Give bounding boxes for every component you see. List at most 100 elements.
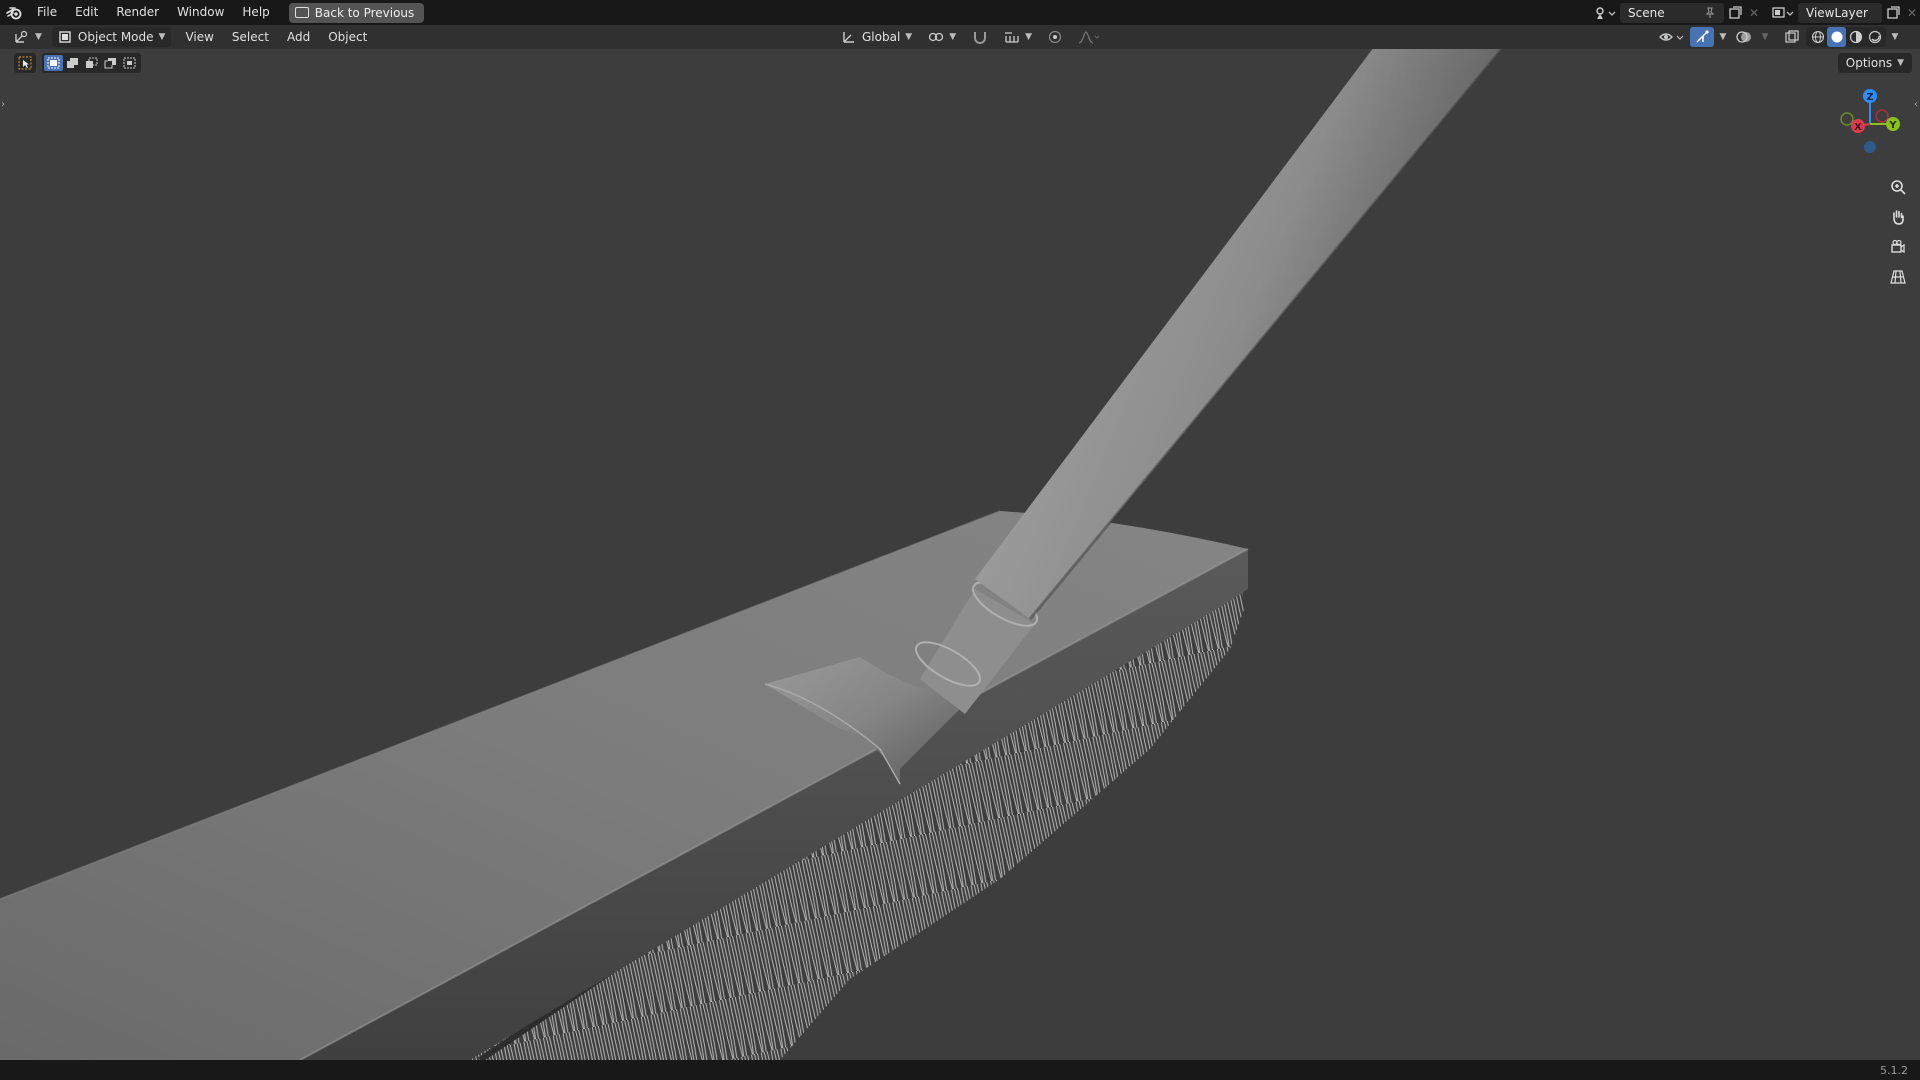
- wireframe-shading-button[interactable]: [1808, 27, 1827, 47]
- scene-icon: [1596, 6, 1616, 19]
- select-intersect-icon: [123, 57, 136, 69]
- screen-back-icon: [294, 7, 309, 18]
- toolbar-expand-arrow-icon[interactable]: ›: [1, 99, 5, 110]
- scene-browse-button[interactable]: [1590, 3, 1620, 23]
- xray-icon: [1785, 30, 1799, 43]
- rendered-sphere-icon: [1868, 30, 1881, 44]
- blender-logo-icon[interactable]: [0, 0, 28, 25]
- shading-dropdown[interactable]: ▼: [1888, 27, 1902, 47]
- magnet-icon: [974, 32, 987, 44]
- rendered-shading-button[interactable]: [1865, 27, 1884, 47]
- selection-mode-group: [42, 53, 141, 73]
- object-mode-label: Object Mode: [77, 30, 154, 44]
- overlays-toggle[interactable]: [1732, 27, 1756, 47]
- editor-type-button[interactable]: ▼: [8, 27, 48, 47]
- select-box-tool-icon: [18, 56, 32, 70]
- gizmo-z-label: Z: [1866, 92, 1873, 103]
- solid-sphere-icon: [1831, 31, 1842, 43]
- snap-toggle[interactable]: [966, 27, 994, 47]
- chevron-down-icon: ▼: [35, 32, 42, 42]
- select-set-icon: [47, 57, 60, 69]
- chevron-down-icon: ▼: [1025, 32, 1033, 42]
- menu-select[interactable]: Select: [226, 27, 275, 47]
- viewlayer-name-field[interactable]: ViewLayer: [1798, 2, 1882, 23]
- falloff-dropdown[interactable]: [1072, 27, 1106, 47]
- menu-file[interactable]: File: [28, 0, 66, 25]
- orientation-global-icon: [843, 32, 854, 43]
- menu-object[interactable]: Object: [322, 27, 373, 47]
- menu-add[interactable]: Add: [281, 27, 316, 47]
- options-dropdown[interactable]: Options ▼: [1837, 53, 1912, 73]
- zoom-icon: [1891, 180, 1906, 195]
- viewport-scene: [0, 49, 1504, 1060]
- delete-scene-icon[interactable]: ✕: [1746, 3, 1762, 23]
- gizmo-toggle[interactable]: [1690, 27, 1714, 47]
- material-sphere-icon: [1849, 30, 1862, 44]
- select-subtract-icon: [86, 57, 98, 68]
- object-mode-dropdown[interactable]: Object Mode ▼: [51, 27, 172, 47]
- duplicate-icon: [1728, 6, 1742, 19]
- navigation-gizmo[interactable]: Z Y X: [1830, 84, 1910, 164]
- xray-toggle[interactable]: [1780, 27, 1804, 47]
- chevron-down-icon: ▼: [949, 32, 957, 42]
- gizmo-x-label: X: [1854, 122, 1862, 133]
- proportional-editing-toggle[interactable]: [1042, 27, 1068, 47]
- sidebar-expand-arrow-icon[interactable]: ‹: [1914, 99, 1918, 110]
- scene-name-field[interactable]: Scene: [1620, 2, 1724, 23]
- version-label: 5.1.2: [1880, 1063, 1908, 1077]
- pan-button[interactable]: [1886, 205, 1910, 229]
- pin-icon[interactable]: [1704, 6, 1716, 19]
- new-viewlayer-button[interactable]: [1882, 3, 1904, 23]
- chevron-down-icon: ▼: [1891, 32, 1899, 42]
- gizmo-neg-z-icon[interactable]: [1864, 141, 1876, 153]
- perspective-toggle-button[interactable]: [1886, 265, 1910, 289]
- snap-target-dropdown[interactable]: ▼: [998, 27, 1038, 47]
- gizmo-y-label: Y: [1888, 120, 1897, 131]
- menu-view[interactable]: View: [179, 27, 219, 47]
- solid-shading-button[interactable]: [1827, 27, 1846, 47]
- select-difference-button[interactable]: [101, 55, 120, 71]
- chevron-down-icon: ▼: [1761, 32, 1769, 42]
- material-preview-button[interactable]: [1846, 27, 1865, 47]
- chevron-down-icon: ▼: [1897, 58, 1904, 68]
- active-tool-button[interactable]: [14, 53, 36, 73]
- selectability-visibility-dropdown[interactable]: [1656, 27, 1688, 47]
- select-subtract-button[interactable]: [82, 55, 101, 71]
- gizmo-neg-y-icon[interactable]: [1840, 112, 1854, 126]
- transform-orientation-dropdown[interactable]: Global ▼: [836, 27, 918, 47]
- menu-help[interactable]: Help: [233, 0, 278, 25]
- viewlayer-name: ViewLayer: [1806, 5, 1868, 20]
- 3d-viewport[interactable]: › ‹ Z Y X: [0, 49, 1920, 1060]
- 3d-viewport-icon: [15, 30, 28, 43]
- scene-selector-area: Scene ✕ ViewLayer ✕: [1590, 0, 1920, 25]
- falloff-curve-icon: [1078, 31, 1100, 44]
- options-label: Options: [1845, 56, 1893, 70]
- eye-pointer-icon: [1659, 33, 1684, 41]
- menu-window[interactable]: Window: [168, 0, 233, 25]
- select-extend-button[interactable]: [63, 55, 82, 71]
- menu-edit[interactable]: Edit: [66, 0, 107, 25]
- gizmo-dropdown[interactable]: ▼: [1716, 27, 1730, 47]
- overlays-dropdown[interactable]: ▼: [1758, 27, 1772, 47]
- select-extend-icon: [67, 58, 78, 68]
- pivot-point-dropdown[interactable]: ▼: [922, 27, 962, 47]
- chevron-down-icon: ▼: [905, 32, 913, 42]
- viewport-header: ▼ Object Mode ▼ View Select Add Object G…: [0, 25, 1920, 49]
- gizmo-icon: [1696, 30, 1709, 43]
- camera-view-button[interactable]: [1886, 235, 1910, 259]
- overlays-icon: [1736, 31, 1751, 43]
- delete-viewlayer-icon[interactable]: ✕: [1904, 3, 1920, 23]
- duplicate-icon: [1886, 6, 1900, 19]
- select-intersect-button[interactable]: [120, 55, 139, 71]
- zoom-button[interactable]: [1886, 175, 1910, 199]
- gizmo-neg-x-icon[interactable]: [1875, 109, 1889, 123]
- viewport-display-tools: ▼ ▼ ▼: [1656, 27, 1902, 47]
- back-to-previous-button[interactable]: Back to Previous: [288, 2, 425, 23]
- new-scene-button[interactable]: [1724, 3, 1746, 23]
- pivot-icon: [929, 32, 944, 42]
- chevron-down-icon: ▼: [1719, 32, 1727, 42]
- scene-name: Scene: [1628, 5, 1665, 20]
- viewlayer-browse-button[interactable]: [1768, 3, 1798, 23]
- menu-render[interactable]: Render: [107, 0, 168, 25]
- select-new-button[interactable]: [44, 55, 63, 71]
